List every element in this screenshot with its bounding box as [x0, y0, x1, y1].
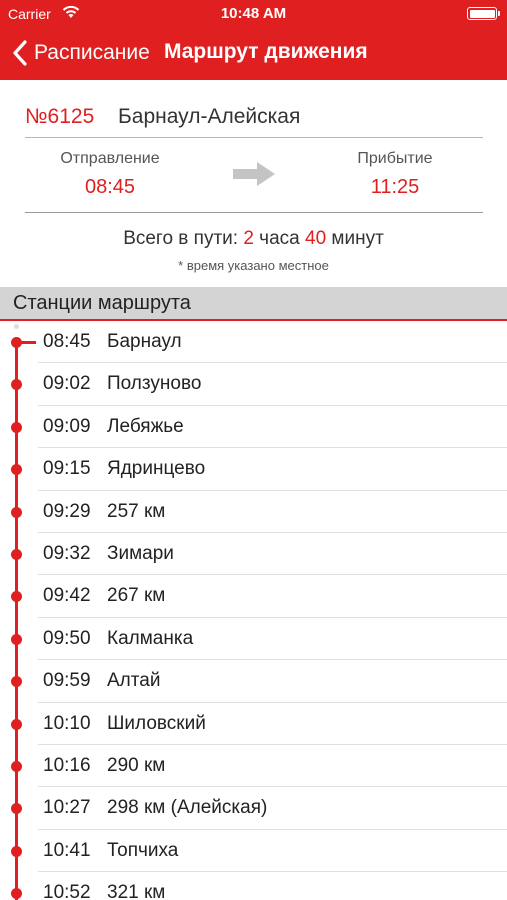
- station-row[interactable]: 09:32 Зимари: [0, 533, 507, 576]
- station-name: Топчиха: [107, 839, 179, 861]
- station-name: Барнаул: [107, 331, 182, 352]
- station-dot-icon: [11, 379, 22, 391]
- station-name: 267 км: [107, 585, 166, 607]
- total-duration: Всего в пути: 2 часа 40 минут: [0, 228, 507, 250]
- arrival-time: 11:25: [370, 176, 420, 198]
- station-dot-icon: [11, 506, 22, 518]
- station-time: 10:10: [43, 712, 91, 734]
- train-route: Барнаул-Алейская: [118, 104, 301, 128]
- total-hours: 2: [243, 228, 254, 249]
- station-row[interactable]: 09:42 267 км: [0, 575, 507, 618]
- station-name: Лебяжье: [107, 415, 184, 437]
- station-time: 09:59: [43, 670, 91, 692]
- train-info-row: №6125 Барнаул-Алейская: [25, 96, 483, 138]
- station-time: 10:52: [43, 882, 91, 900]
- station-name: 298 км (Алейская): [107, 797, 268, 819]
- station-dot-icon: [11, 676, 22, 688]
- station-row[interactable]: 08:45 Барнаул: [0, 321, 507, 364]
- station-dot-icon: [11, 888, 22, 900]
- station-row[interactable]: 09:50 Калманка: [0, 618, 507, 661]
- station-dot-icon: [11, 464, 22, 476]
- departure-label: Отправление: [60, 150, 160, 167]
- station-row[interactable]: 10:52 321 км: [0, 872, 507, 900]
- station-dot-icon: [11, 845, 22, 857]
- stations-list: 08:45 Барнаул 09:02 Ползуново 09:09 Лебяжье 09…: [0, 321, 507, 900]
- status-time: 10:48 AM: [220, 5, 287, 22]
- total-hours-unit: часа: [253, 228, 305, 249]
- station-name: Шиловский: [107, 712, 206, 734]
- total-minutes-unit: минут: [326, 228, 384, 249]
- station-time: 09:32: [43, 543, 91, 564]
- station-row[interactable]: 09:15 Ядринцево: [0, 448, 507, 491]
- station-dot-icon: [11, 761, 22, 772]
- station-time: 09:42: [43, 585, 91, 607]
- station-dot-icon: [11, 591, 22, 603]
- station-name: Алтай: [107, 670, 161, 692]
- train-number: №6125: [25, 104, 95, 128]
- station-dot-icon: [11, 718, 22, 730]
- station-name: Ползуново: [107, 373, 202, 395]
- station-time: 09:50: [43, 627, 91, 649]
- station-name: Ядринцево: [107, 458, 206, 480]
- station-time: 09:15: [43, 458, 91, 480]
- departure-time: 08:45: [84, 176, 136, 198]
- station-row[interactable]: 10:16 290 км: [0, 745, 507, 788]
- station-dot-icon: [11, 421, 22, 433]
- total-minutes: 40: [305, 228, 327, 249]
- station-row[interactable]: 10:10 Шиловский: [0, 703, 507, 745]
- current-station-marker: [20, 341, 36, 344]
- arrow-right-icon: [233, 162, 275, 186]
- station-time: 10:27: [43, 797, 91, 819]
- station-dot-icon: [11, 803, 22, 815]
- back-label: Расписание: [34, 41, 150, 64]
- nav-header: Carrier 10:48 AM Расписание Маршрут движ…: [0, 0, 507, 80]
- station-time: 09:02: [43, 373, 91, 395]
- arrival-label: Прибытие: [357, 150, 433, 167]
- station-row[interactable]: 09:02 Ползуново: [0, 363, 507, 406]
- section-header-stations: Станции маршрута: [0, 287, 507, 321]
- station-row[interactable]: 10:41 Топчиха: [0, 830, 507, 873]
- back-button[interactable]: Расписание: [12, 38, 150, 68]
- station-row[interactable]: 09:09 Лебяжье: [0, 406, 507, 449]
- departure-block: Отправление 08:45: [50, 150, 170, 199]
- back-chevron-icon: [13, 40, 27, 66]
- station-row[interactable]: 09:59 Алтай: [0, 660, 507, 703]
- station-row[interactable]: 10:27 298 км (Алейская): [0, 787, 507, 830]
- station-name: 321 км: [107, 882, 166, 900]
- station-name: Калманка: [107, 627, 194, 649]
- station-name: Зимари: [107, 543, 174, 564]
- section-title: Станции маршрута: [13, 291, 191, 314]
- battery-icon: [467, 7, 500, 20]
- station-name: 290 км: [107, 755, 166, 776]
- station-time: 10:16: [43, 755, 91, 776]
- station-name: 257 км: [107, 500, 166, 522]
- station-dot-icon: [11, 633, 22, 645]
- station-time: 09:29: [43, 500, 91, 522]
- page-title: Маршрут движения: [164, 40, 368, 63]
- total-prefix: Всего в пути:: [123, 228, 244, 249]
- arrival-block: Прибытие 11:25: [335, 150, 455, 199]
- station-time: 09:09: [43, 415, 91, 437]
- station-row[interactable]: 09:29 257 км: [0, 491, 507, 533]
- station-dot-icon: [11, 549, 22, 560]
- times-panel: Отправление 08:45 Прибытие 11:25: [25, 138, 483, 213]
- local-time-note: * время указано местное: [178, 258, 329, 273]
- status-bar: Carrier 10:48 AM: [0, 0, 507, 28]
- station-time: 08:45: [43, 331, 91, 352]
- station-time: 10:41: [43, 839, 91, 861]
